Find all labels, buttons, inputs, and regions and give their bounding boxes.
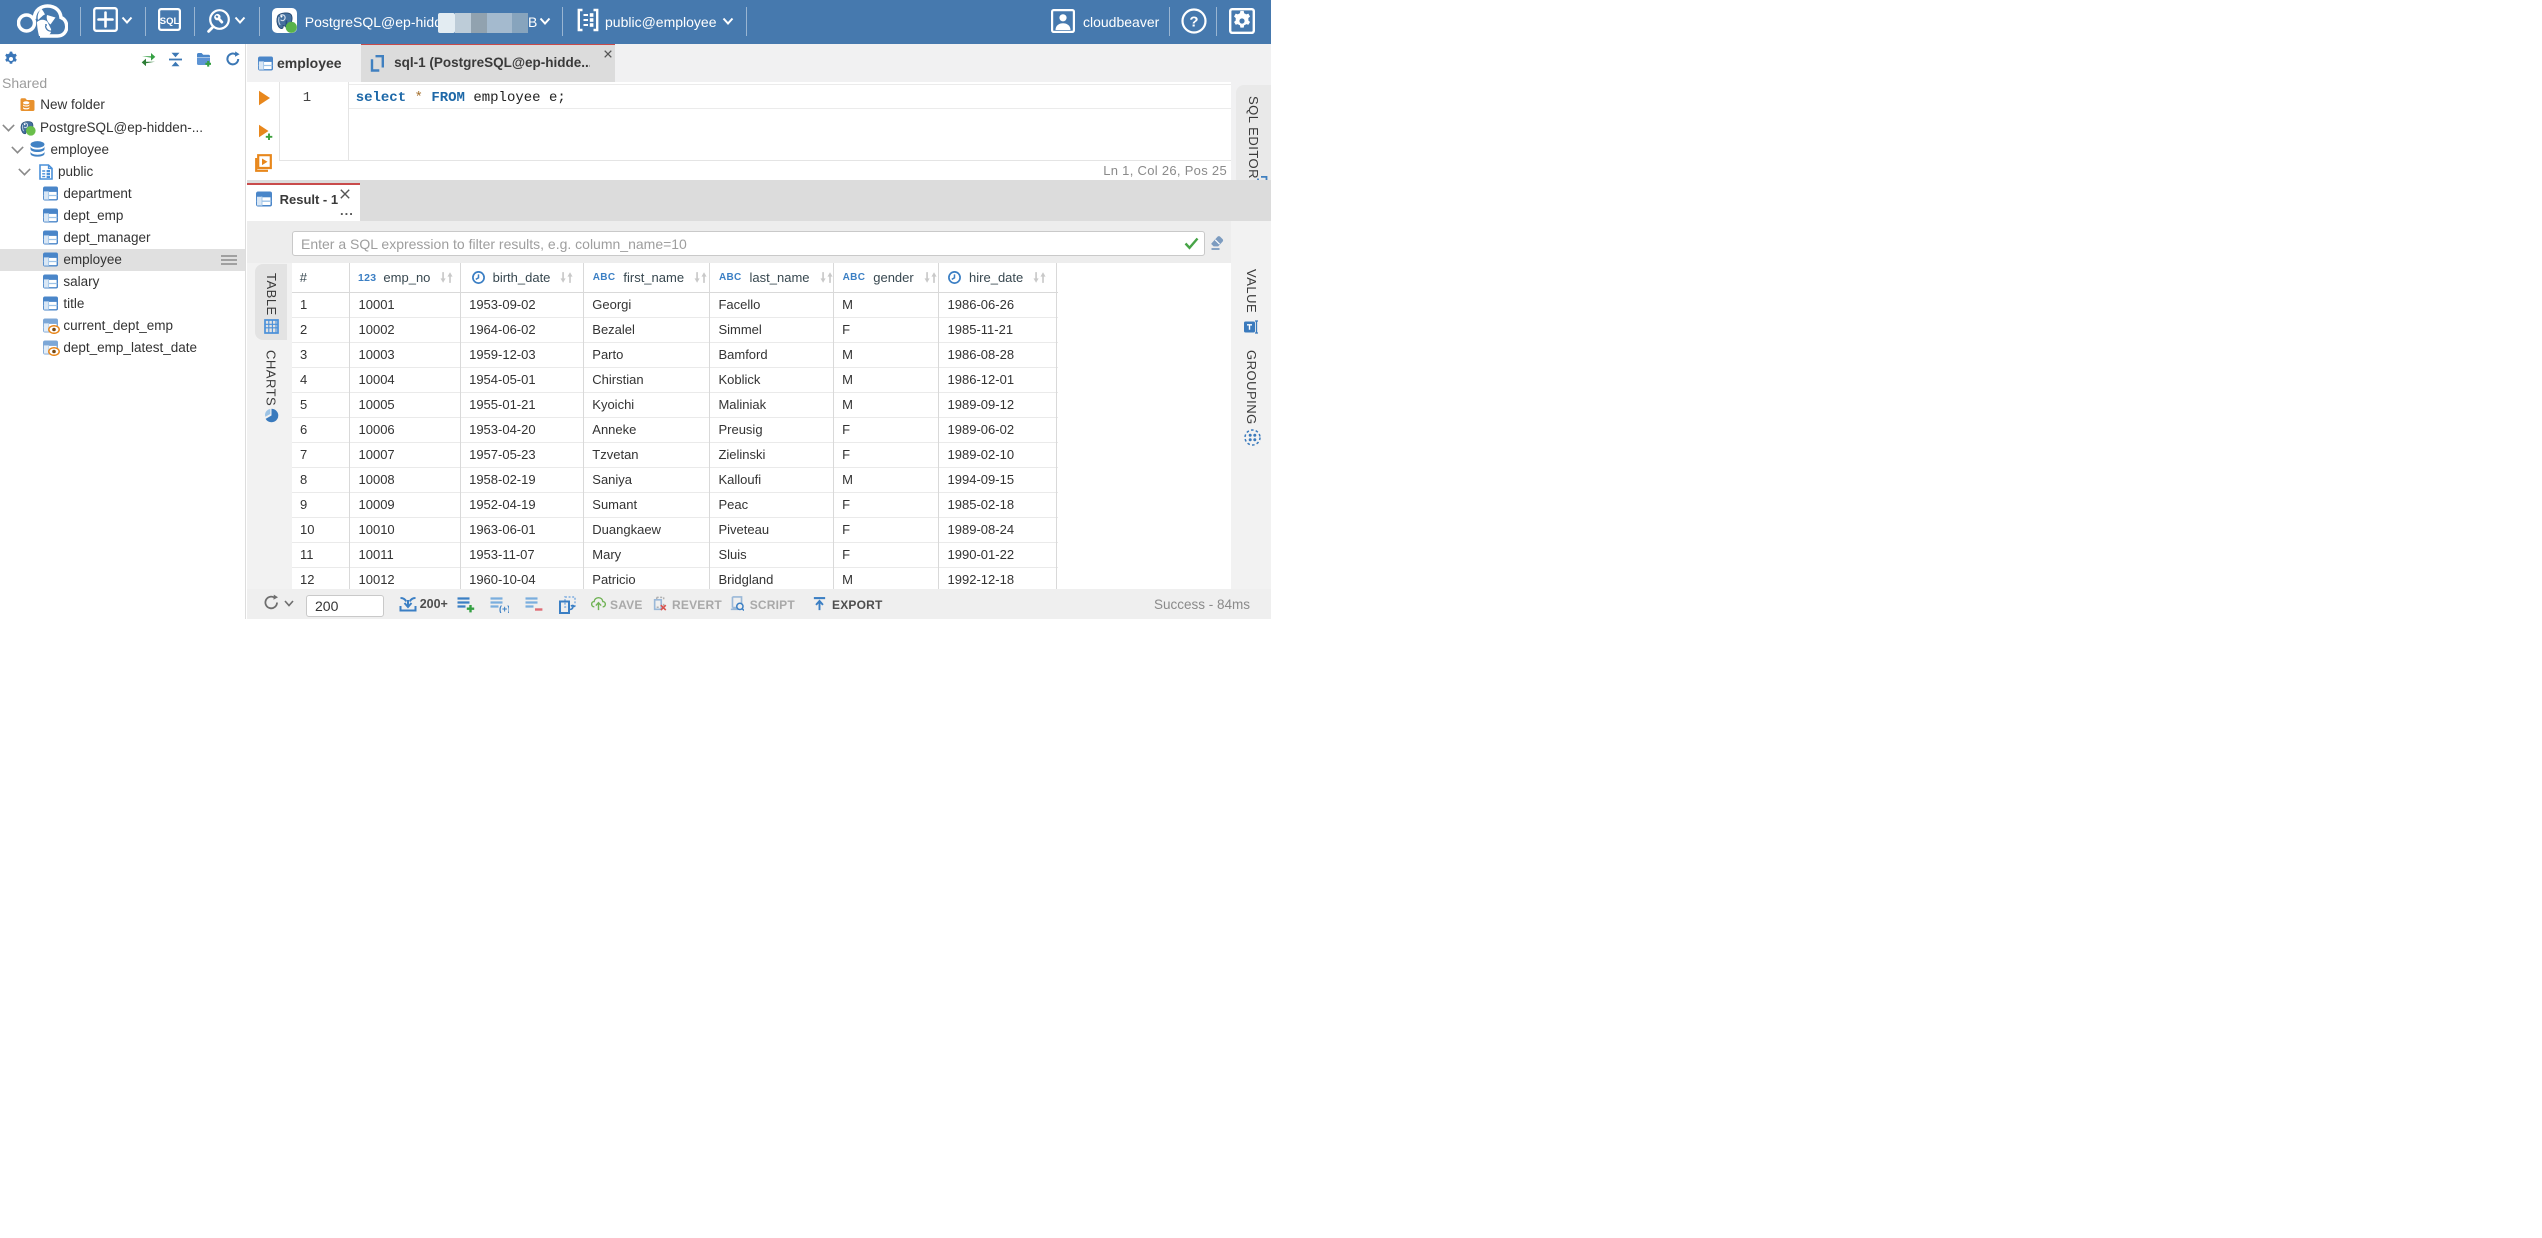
svg-text:?: ?: [1189, 13, 1198, 30]
svg-text:SQL: SQL: [160, 16, 180, 27]
svg-text:(+): (+): [499, 604, 509, 613]
